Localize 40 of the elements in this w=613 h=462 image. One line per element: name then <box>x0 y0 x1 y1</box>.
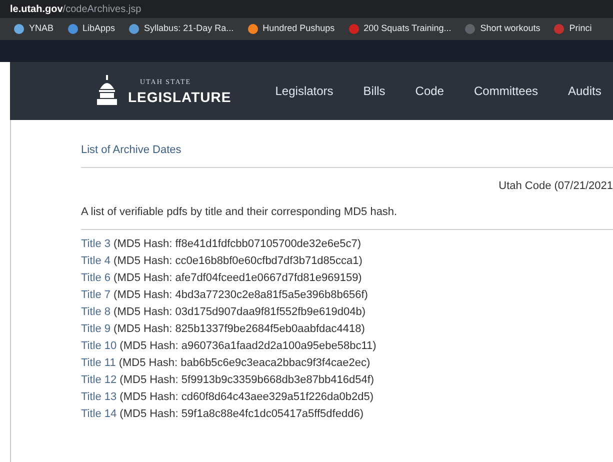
title-link[interactable]: Title 10 <box>81 338 117 354</box>
bookmark[interactable]: Short workouts <box>465 22 540 36</box>
hash-text: (MD5 Hash: cc0e16b8bf0e60cfbd7df3b71d85cca1) <box>114 254 362 269</box>
nav-link[interactable]: Bills <box>363 82 386 100</box>
nav-link[interactable]: Code <box>415 82 444 100</box>
hash-text: (MD5 Hash: 825b1337f9be2684f5eb0aabfdac4418) <box>114 322 365 337</box>
title-link[interactable]: Title 3 <box>81 236 111 252</box>
title-link[interactable]: Title 4 <box>81 252 111 270</box>
logo-title: LEGISLATURE <box>128 90 232 104</box>
nav-link[interactable]: Legislators <box>275 82 334 100</box>
hash-text: (MD5 Hash: afe7df04fceed1e0667d7fd81e969159) <box>114 270 362 286</box>
title-link[interactable]: Title 7 <box>81 286 111 304</box>
title-link[interactable]: Title 14 <box>81 406 117 422</box>
hash-text: (MD5 Hash: cd60f8d64c43aee329a51f226da0b2d5) <box>120 390 374 405</box>
hash-text: (MD5 Hash: 03d175d907daa9f81f552fb9e619d04b) <box>114 304 366 320</box>
breadcrumb-link[interactable]: List of Archive Dates <box>81 144 182 156</box>
bookmark[interactable]: YNAB <box>14 22 54 36</box>
capitol-dome-icon <box>96 75 118 107</box>
description-text: A list of verifiable pdfs by title and their corresponding MD5 hash. <box>81 206 398 218</box>
nav-link[interactable]: Audits <box>568 82 602 100</box>
hash-text: (MD5 Hash: 5f9913b9c3359b668db3e87bb416d54f) <box>120 372 374 388</box>
bookmark[interactable]: Syllabus: 21-Day Ra... <box>129 22 234 36</box>
nav-link[interactable]: Committees <box>474 82 538 100</box>
archive-heading: Utah Code (07/21/2021 <box>498 178 613 194</box>
hash-text: (MD5 Hash: ff8e41d1fdfcbb07105700de32e6e5c7) <box>114 236 362 252</box>
title-link[interactable]: Title 9 <box>81 320 111 338</box>
hash-text: (MD5 Hash: bab6b5c6e9c3eaca2bbac9f3f4cae2ec) <box>118 356 370 371</box>
url-text[interactable]: le.utah.gov/codeArchives.jsp <box>10 2 142 16</box>
bookmark[interactable]: Princi <box>554 22 592 36</box>
title-link[interactable]: Title 6 <box>81 270 111 286</box>
hash-text: (MD5 Hash: a960736a1faad2d2a100a95ebe58bc11) <box>120 338 376 354</box>
bookmark[interactable]: Hundred Pushups <box>248 22 335 36</box>
bookmark[interactable]: LibApps <box>68 22 116 36</box>
title-link[interactable]: Title 12 <box>81 372 117 388</box>
hash-text: (MD5 Hash: 59f1a8c88e4fc1dc05417a5ff5dfedd6) <box>120 406 364 422</box>
hash-text: (MD5 Hash: 4bd3a77230c2e8a81f5a5e396b8b656f) <box>114 288 368 303</box>
title-link[interactable]: Title 11 <box>81 354 116 372</box>
title-link[interactable]: Title 8 <box>81 304 111 320</box>
title-link[interactable]: Title 13 <box>81 388 117 406</box>
bookmark[interactable]: 200 Squats Training... <box>348 22 452 36</box>
